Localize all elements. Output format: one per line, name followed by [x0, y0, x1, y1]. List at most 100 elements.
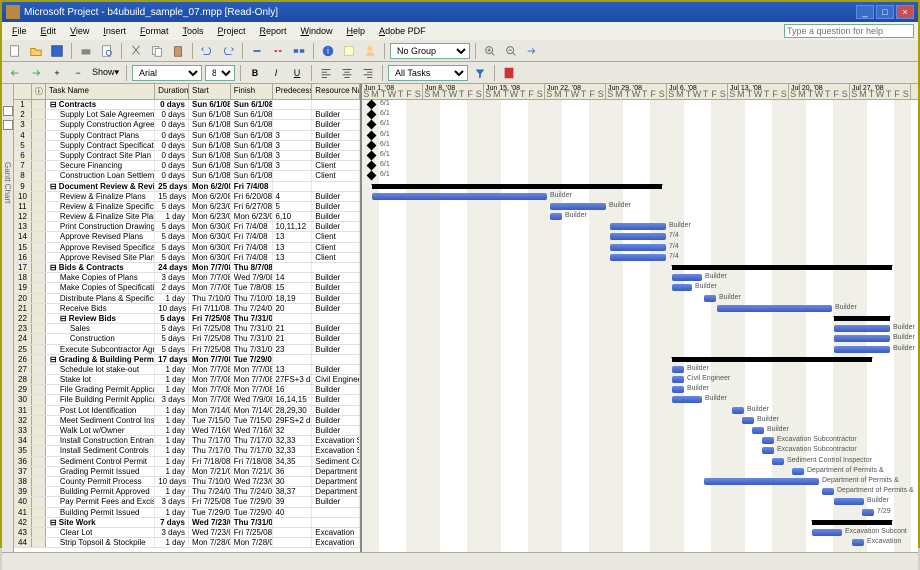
week-header[interactable]: Jun 29, '08SMTWTFS: [606, 84, 667, 99]
task-bar[interactable]: [672, 386, 684, 393]
task-bar[interactable]: [672, 284, 692, 291]
table-row[interactable]: 18Make Copies of Plans3 daysMon 7/7/08We…: [14, 273, 360, 283]
link-icon[interactable]: [248, 42, 266, 60]
gantt-row[interactable]: Builder: [362, 365, 918, 375]
task-bar[interactable]: [550, 213, 562, 220]
milestone-icon[interactable]: [367, 120, 377, 130]
table-row[interactable]: 31Post Lot Identification1 dayMon 7/14/0…: [14, 406, 360, 416]
gantt-row[interactable]: Builder: [362, 273, 918, 283]
notes-icon[interactable]: [340, 42, 358, 60]
pdf-icon[interactable]: [500, 64, 518, 82]
summary-bar[interactable]: [672, 357, 872, 362]
gantt-row[interactable]: Builder: [362, 385, 918, 395]
milestone-icon[interactable]: [367, 100, 377, 110]
table-row[interactable]: 44Strip Topsoil & Stockpile1 dayMon 7/28…: [14, 538, 360, 548]
table-row[interactable]: 28Stake lot1 dayMon 7/7/08Mon 7/7/0827FS…: [14, 375, 360, 385]
table-row[interactable]: 1⊟ Contracts0 daysSun 6/1/08Sun 6/1/08: [14, 100, 360, 110]
table-row[interactable]: 2Supply Lot Sale Agreement0 daysSun 6/1/…: [14, 110, 360, 120]
table-row[interactable]: 4Supply Contract Plans0 daysSun 6/1/08Su…: [14, 131, 360, 141]
show-sub-icon[interactable]: +: [48, 64, 66, 82]
table-row[interactable]: 16Approve Revised Site Plan5 daysMon 6/3…: [14, 253, 360, 263]
week-header[interactable]: Jun 8, '08SMTWTFS: [423, 84, 484, 99]
task-bar[interactable]: [610, 254, 666, 261]
task-bar[interactable]: [717, 305, 832, 312]
table-row[interactable]: 41Building Permit Issued1 dayTue 7/29/08…: [14, 508, 360, 518]
menu-tools[interactable]: Tools: [176, 24, 209, 38]
gantt-row[interactable]: Builder: [362, 294, 918, 304]
col-start[interactable]: Start: [189, 84, 231, 99]
task-bar[interactable]: [742, 417, 754, 424]
table-row[interactable]: 20Distribute Plans & Specifications1 day…: [14, 294, 360, 304]
menu-view[interactable]: View: [64, 24, 95, 38]
gantt-row[interactable]: 6/1: [362, 171, 918, 181]
gantt-row[interactable]: Excavation Subcontractor: [362, 436, 918, 446]
gantt-row[interactable]: Builder: [362, 406, 918, 416]
table-row[interactable]: 39Building Permit Approved1 dayThu 7/24/…: [14, 487, 360, 497]
week-header[interactable]: Jul 6, '08SMTWTFS: [667, 84, 728, 99]
gantt-row[interactable]: [362, 518, 918, 528]
summary-bar[interactable]: [372, 184, 662, 189]
gantt-row[interactable]: 7/4: [362, 243, 918, 253]
gantt-row[interactable]: [362, 314, 918, 324]
week-header[interactable]: Jun 15, '08SMTWTFS: [484, 84, 545, 99]
week-header[interactable]: Jul 13, '08SMTWTFS: [728, 84, 789, 99]
table-row[interactable]: 3Supply Construction Agreement0 daysSun …: [14, 120, 360, 130]
font-select[interactable]: Arial: [132, 65, 202, 81]
task-bar[interactable]: [822, 488, 834, 495]
outdent-icon[interactable]: [6, 64, 24, 82]
maximize-button[interactable]: □: [876, 5, 894, 19]
task-bar[interactable]: [672, 396, 702, 403]
summary-bar[interactable]: [834, 316, 890, 321]
table-row[interactable]: 12Review & Finalize Site Plan1 dayMon 6/…: [14, 212, 360, 222]
table-row[interactable]: 38County Permit Process10 daysThu 7/10/0…: [14, 477, 360, 487]
col-finish[interactable]: Finish: [231, 84, 273, 99]
summary-bar[interactable]: [672, 265, 892, 270]
unlink-icon[interactable]: [269, 42, 287, 60]
gantt-row[interactable]: 7/4: [362, 253, 918, 263]
task-bar[interactable]: [862, 509, 874, 516]
task-bar[interactable]: [610, 223, 666, 230]
table-row[interactable]: 5Supply Contract Specifications0 daysSun…: [14, 141, 360, 151]
col-duration[interactable]: Duration: [155, 84, 189, 99]
table-row[interactable]: 40Pay Permit Fees and Excise Taxes3 days…: [14, 497, 360, 507]
table-row[interactable]: 36Sediment Control Permit1 dayFri 7/18/0…: [14, 457, 360, 467]
gantt-row[interactable]: Sediment Control Inspector: [362, 457, 918, 467]
table-row[interactable]: 35Install Sediment Controls1 dayThu 7/17…: [14, 446, 360, 456]
task-bar[interactable]: [704, 478, 819, 485]
table-row[interactable]: 15Approve Revised Specifications5 daysMo…: [14, 243, 360, 253]
week-header[interactable]: Jul 20, '08SMTWTFS: [789, 84, 850, 99]
cut-icon[interactable]: [127, 42, 145, 60]
split-icon[interactable]: [290, 42, 308, 60]
zoom-out-icon[interactable]: [502, 42, 520, 60]
table-row[interactable]: 8Construction Loan Settlement0 daysSun 6…: [14, 171, 360, 181]
col-indicator[interactable]: ⓘ: [32, 84, 46, 99]
week-header[interactable]: Jun 22, '08SMTWTFS: [545, 84, 606, 99]
table-row[interactable]: 27Schedule lot stake-out1 dayMon 7/7/08M…: [14, 365, 360, 375]
gantt-row[interactable]: Builder: [362, 212, 918, 222]
table-row[interactable]: 13Print Construction Drawings5 daysMon 6…: [14, 222, 360, 232]
gantt-row[interactable]: Department of Permits &: [362, 467, 918, 477]
gantt-row[interactable]: 6/1: [362, 141, 918, 151]
table-row[interactable]: 24Construction5 daysFri 7/25/08Thu 7/31/…: [14, 334, 360, 344]
task-bar[interactable]: [792, 468, 804, 475]
task-bar[interactable]: [672, 366, 684, 373]
milestone-icon[interactable]: [367, 110, 377, 120]
gantt-row[interactable]: 7/29: [362, 508, 918, 518]
task-bar[interactable]: [732, 407, 744, 414]
menu-window[interactable]: Window: [295, 24, 339, 38]
summary-bar[interactable]: [812, 520, 892, 525]
col-task[interactable]: Task Name: [46, 84, 155, 99]
task-bar[interactable]: [672, 376, 684, 383]
table-row[interactable]: 42⊟ Site Work7 daysWed 7/23/08Thu 7/31/0…: [14, 518, 360, 528]
task-bar[interactable]: [672, 274, 702, 281]
gantt-row[interactable]: 6/1: [362, 151, 918, 161]
italic-icon[interactable]: I: [267, 64, 285, 82]
gantt-row[interactable]: 6/1: [362, 110, 918, 120]
align-center-icon[interactable]: [338, 64, 356, 82]
gantt-row[interactable]: Builder: [362, 395, 918, 405]
gantt-row[interactable]: Department of Permits &: [362, 487, 918, 497]
task-bar[interactable]: [834, 335, 890, 342]
table-row[interactable]: 6Supply Contract Site Plan0 daysSun 6/1/…: [14, 151, 360, 161]
zoom-in-icon[interactable]: [481, 42, 499, 60]
goto-icon[interactable]: [523, 42, 541, 60]
